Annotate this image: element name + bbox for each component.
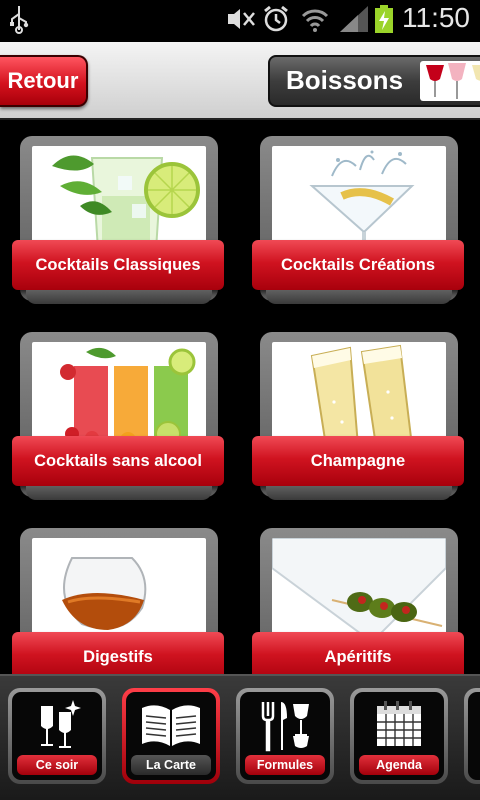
martini-olives-photo [272, 538, 446, 642]
open-menu-book-icon [140, 698, 202, 757]
champagne-glasses-icon [33, 698, 81, 757]
tab-la-carte[interactable]: La Carte [122, 688, 220, 784]
tab-label: Ce soir [17, 755, 97, 775]
category-card-champagne[interactable]: Champagne [252, 324, 464, 500]
martini-splash-photo [272, 146, 446, 250]
tab-agenda[interactable]: Agenda [350, 688, 448, 784]
category-label: Apéritifs [252, 632, 464, 674]
drinks-thumbnail-image [420, 61, 480, 101]
category-card-aperitifs[interactable]: Apéritifs [252, 520, 464, 674]
category-label: Cocktails Créations [252, 240, 464, 290]
category-label: Digestifs [12, 632, 224, 674]
silent-mode-icon [224, 4, 256, 39]
category-card-cocktails-classiques[interactable]: Cocktails Classiques [12, 128, 224, 304]
mojito-photo [32, 146, 206, 250]
back-button[interactable]: Retour [0, 55, 88, 107]
tab-label: La Carte [131, 755, 211, 775]
tab-inner [468, 692, 480, 780]
champagne-flutes-photo [272, 342, 446, 446]
section-title-pill: Boissons [268, 55, 480, 107]
cutlery-icon [257, 698, 313, 757]
card-foot [266, 486, 452, 500]
tab-inner: Agenda [354, 692, 444, 780]
tab-inner: La Carte [126, 692, 216, 780]
status-clock: 11:50 [402, 2, 470, 33]
tab-inner: Formules [240, 692, 330, 780]
card-foot [26, 290, 212, 304]
category-grid: Cocktails Classiques Cocktails Créations [0, 122, 480, 674]
battery-charging-icon [374, 4, 394, 39]
card-foot [266, 290, 452, 304]
usb-icon [8, 4, 30, 39]
category-card-cocktails-sans-alcool[interactable]: Cocktails sans alcool [12, 324, 224, 500]
header-bar: Retour Boissons [0, 42, 480, 120]
tab-label: Formules [245, 755, 325, 775]
bottom-tab-bar: Ce soir La Carte Formules Agenda [0, 674, 480, 800]
category-label: Cocktails Classiques [12, 240, 224, 290]
page-title: Boissons [286, 65, 404, 95]
category-card-cocktails-creations[interactable]: Cocktails Créations [252, 128, 464, 304]
tab-ce-soir[interactable]: Ce soir [8, 688, 106, 784]
category-label: Cocktails sans alcool [12, 436, 224, 486]
category-label: Champagne [252, 436, 464, 486]
tab-more-partial[interactable] [464, 688, 480, 784]
signal-icon [338, 4, 370, 39]
status-bar: 11:50 [0, 0, 480, 38]
alarm-icon [262, 4, 290, 39]
category-card-digestifs[interactable]: Digestifs [12, 520, 224, 674]
wifi-icon [300, 4, 330, 39]
tab-label: Agenda [359, 755, 439, 775]
cognac-glass-photo [32, 538, 206, 642]
tab-inner: Ce soir [12, 692, 102, 780]
fruit-cocktails-photo [32, 342, 206, 446]
calendar-icon [374, 698, 424, 753]
tab-formules[interactable]: Formules [236, 688, 334, 784]
card-foot [26, 486, 212, 500]
